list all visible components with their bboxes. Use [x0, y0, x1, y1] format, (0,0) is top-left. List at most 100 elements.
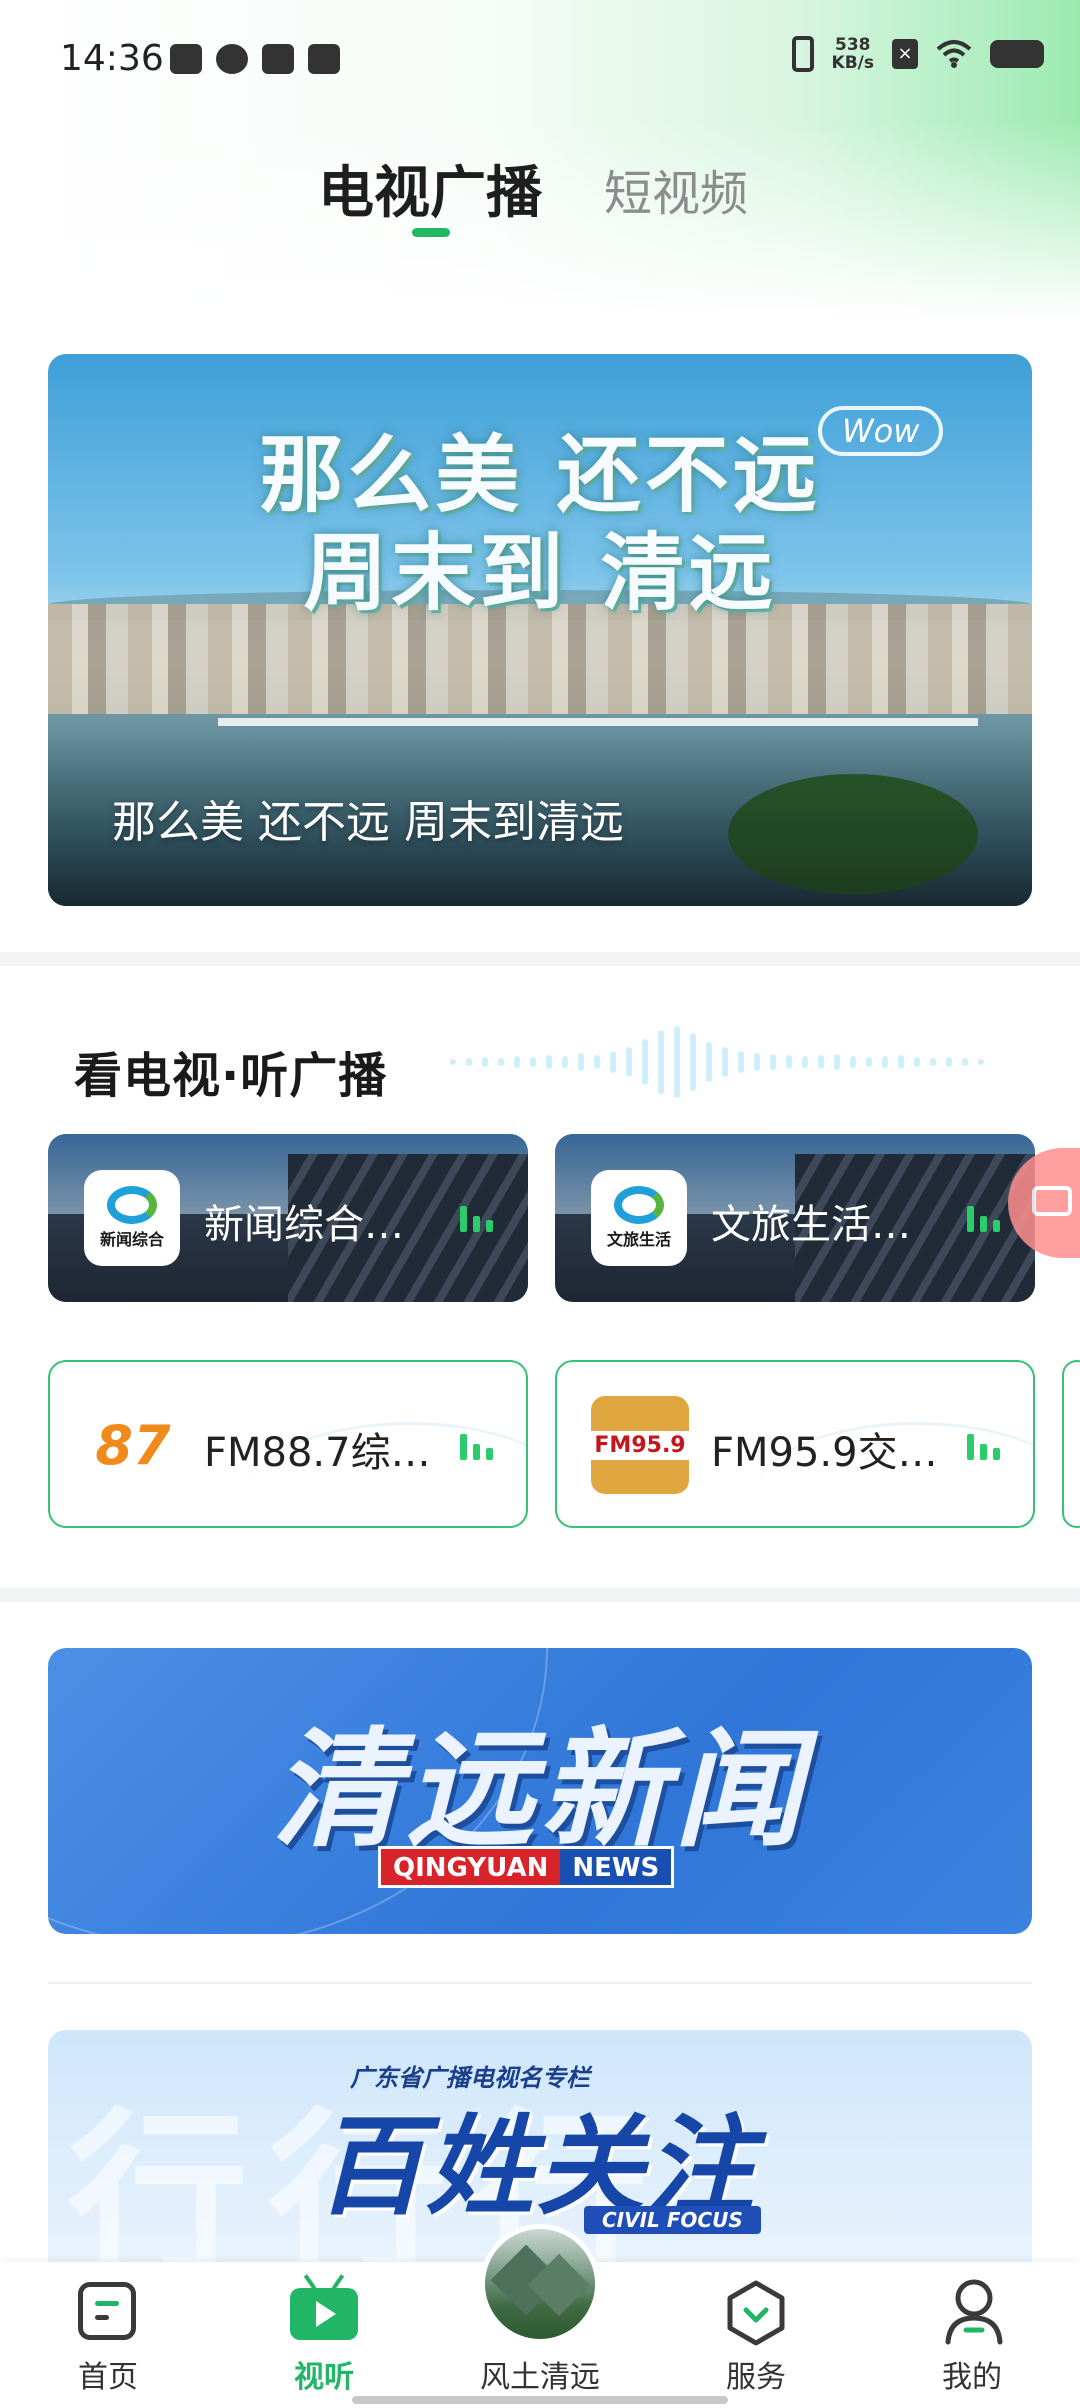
video-call-icon [170, 44, 202, 74]
network-speed-unit: KB/s [831, 53, 874, 73]
tab-active-indicator [412, 228, 450, 237]
hero-headline-line2: 周末到 清远 [303, 524, 777, 622]
tv-icon [290, 2288, 358, 2340]
playing-bars-icon [967, 1206, 1000, 1232]
wave-bar [498, 1058, 504, 1066]
wave-bar [770, 1054, 776, 1070]
network-speed: 538 KB/s [832, 36, 874, 72]
playing-bars-icon [967, 1434, 1000, 1460]
channel-emblem-icon [614, 1186, 664, 1224]
radio-channel-card-fm959[interactable]: FM95.9 FM95.9交… [555, 1360, 1035, 1528]
wave-bar [578, 1053, 584, 1071]
playing-bars-icon [460, 1206, 493, 1232]
battery-icon [990, 40, 1044, 68]
bag-icon [308, 44, 340, 74]
news-title: 清远新闻 [271, 1716, 808, 1865]
hero-wow-badge: Wow [818, 406, 944, 456]
wave-bar [866, 1057, 872, 1067]
radio-channel-card-next[interactable] [1062, 1360, 1080, 1528]
wave-bar [466, 1058, 472, 1066]
wave-bar [754, 1053, 760, 1071]
hero-caption: 那么美 还不远 周末到清远 [112, 797, 624, 848]
wave-bar [658, 1030, 664, 1094]
radio-logo-text: 87 [95, 1413, 171, 1477]
nav-audio-video[interactable]: 视听 [244, 2262, 404, 2408]
tv-channel-card-culture[interactable]: 文旅生活 文旅生活… [555, 1134, 1035, 1302]
wave-bar [546, 1055, 552, 1069]
wave-bar [690, 1033, 696, 1091]
wave-bar [818, 1055, 824, 1069]
wave-bar [850, 1056, 856, 1068]
wave-bar [802, 1056, 808, 1068]
wave-bar [450, 1059, 456, 1065]
radio-logo-fm887: 87 [84, 1396, 182, 1494]
network-speed-value: 538 [835, 35, 871, 55]
channel-name: FM88.7综… [204, 1430, 431, 1476]
nav-service[interactable]: 服务 [676, 2262, 836, 2408]
wave-bar [562, 1056, 568, 1068]
sound-wave-decoration [450, 1024, 1080, 1100]
wave-bar [610, 1051, 616, 1073]
wave-bar [898, 1055, 904, 1069]
wave-bar [642, 1039, 648, 1085]
system-icons: 538 KB/s × [791, 36, 1044, 72]
channel-name: 文旅生活… [711, 1202, 911, 1248]
wave-bar [882, 1056, 888, 1068]
channel-logo-text: 新闻综合 [99, 1230, 164, 1249]
news-banner[interactable]: 清远新闻 QINGYUAN NEWS [48, 1648, 1032, 1934]
channel-logo-text: 文旅生活 [606, 1230, 671, 1249]
wave-bar [706, 1042, 712, 1082]
wave-bar [722, 1047, 728, 1077]
status-bar: 14:36 538 KB/s × [0, 0, 1080, 120]
news-subtitle: QINGYUAN NEWS [378, 1846, 675, 1888]
tab-tv-radio[interactable]: 电视广播 [318, 148, 542, 229]
wifi-icon [936, 40, 972, 68]
wave-bar [930, 1058, 936, 1066]
radio-channel-card-fm887[interactable]: 87 FM88.7综… [48, 1360, 528, 1528]
notification-icons [170, 44, 340, 74]
nav-service-label: 服务 [726, 2360, 786, 2395]
no-sim-icon: × [892, 39, 918, 69]
tray-icon [262, 44, 294, 74]
wave-bar [530, 1057, 536, 1067]
home-icon [78, 2282, 136, 2340]
radio-logo-text: FM95.9 [590, 1430, 690, 1460]
camera-icon [1032, 1186, 1072, 1216]
header-tabs: 电视广播 短视频 [0, 140, 1080, 250]
landscape-icon [480, 2224, 600, 2344]
nav-landscape-label: 风土清远 [480, 2360, 600, 2395]
home-indicator[interactable] [352, 2396, 728, 2404]
app-notification-icon [216, 44, 248, 74]
wave-bar [786, 1055, 792, 1069]
nav-profile[interactable]: 我的 [892, 2262, 1052, 2408]
wave-bar [946, 1057, 952, 1067]
wave-bar [514, 1056, 520, 1068]
wave-bar [914, 1057, 920, 1067]
channel-emblem-icon [107, 1186, 157, 1224]
nav-landscape[interactable]: 风土清远 [460, 2224, 620, 2408]
focus-subtitle: CIVIL FOCUS [584, 2206, 761, 2234]
section-divider [48, 1982, 1032, 1984]
wave-bar [962, 1058, 968, 1066]
channel-name: 新闻综合… [204, 1202, 404, 1248]
nav-home[interactable]: 首页 [28, 2262, 188, 2408]
wave-bar [978, 1059, 984, 1065]
nav-profile-label: 我的 [942, 2360, 1002, 2395]
news-subtitle-left: QINGYUAN [381, 1849, 561, 1885]
nav-audio-video-label: 视听 [294, 2360, 354, 2395]
status-time: 14:36 [60, 38, 164, 79]
hero-banner[interactable]: 那么美 还不远 周末到 清远 Wow 那么美 还不远 周末到清远 [48, 354, 1032, 906]
wave-bar [738, 1051, 744, 1073]
channel-name: FM95.9交… [711, 1430, 938, 1476]
hero-bridge [218, 718, 978, 726]
playing-bars-icon [460, 1434, 493, 1460]
wave-bar [482, 1057, 488, 1067]
nav-home-label: 首页 [78, 2360, 138, 2395]
live-section-title: 看电视·听广播 [74, 1048, 388, 1104]
tab-short-video[interactable]: 短视频 [604, 154, 748, 224]
channel-logo-news: 新闻综合 [84, 1170, 180, 1266]
service-icon [727, 2280, 785, 2346]
vibrate-icon [791, 36, 814, 72]
tv-channel-card-news[interactable]: 新闻综合 新闻综合… [48, 1134, 528, 1302]
bottom-navigation: 首页 视听 风土清远 服务 我的 [0, 2224, 1080, 2408]
